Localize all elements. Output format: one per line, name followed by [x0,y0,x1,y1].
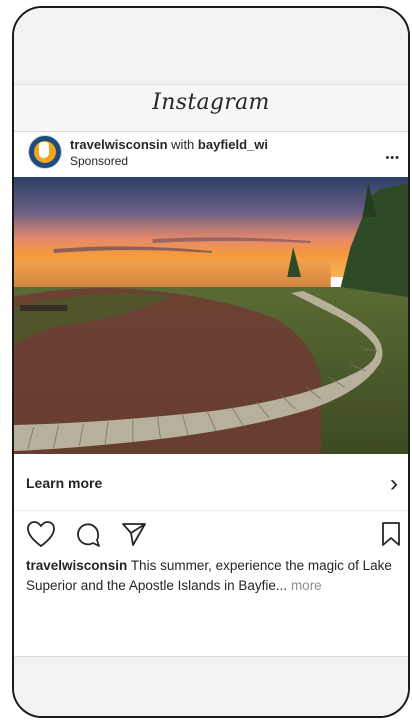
learn-more-link[interactable]: Learn more [26,475,102,491]
send-icon[interactable] [120,520,148,548]
sponsored-label: Sponsored [70,154,129,168]
bookmark-icon[interactable] [380,520,402,548]
bench [19,305,68,311]
action-bar [14,520,408,554]
status-bar [14,8,408,85]
caption-username[interactable]: travelwisconsin [26,558,127,573]
post-caption: travelwisconsin This summer, experience … [26,556,398,596]
comment-icon[interactable] [74,520,102,548]
phone-frame: Instagram travelwisconsin with bayfield_… [12,6,410,718]
collaborator[interactable]: bayfield_wi [198,137,268,152]
username[interactable]: travelwisconsin [70,137,168,152]
chevron-right-icon[interactable]: › [390,470,398,498]
bottom-bar [14,656,408,716]
more-options-icon[interactable]: ••• [385,148,400,168]
with-text: with [171,137,195,152]
app-logo: Instagram [152,90,270,115]
post-image[interactable] [14,177,408,454]
wisconsin-state-icon [39,142,49,158]
caption-more-link[interactable]: more [291,578,322,593]
heart-icon[interactable] [26,520,56,548]
post-author[interactable]: travelwisconsin with bayfield_wi [70,137,268,152]
avatar[interactable] [28,135,62,169]
